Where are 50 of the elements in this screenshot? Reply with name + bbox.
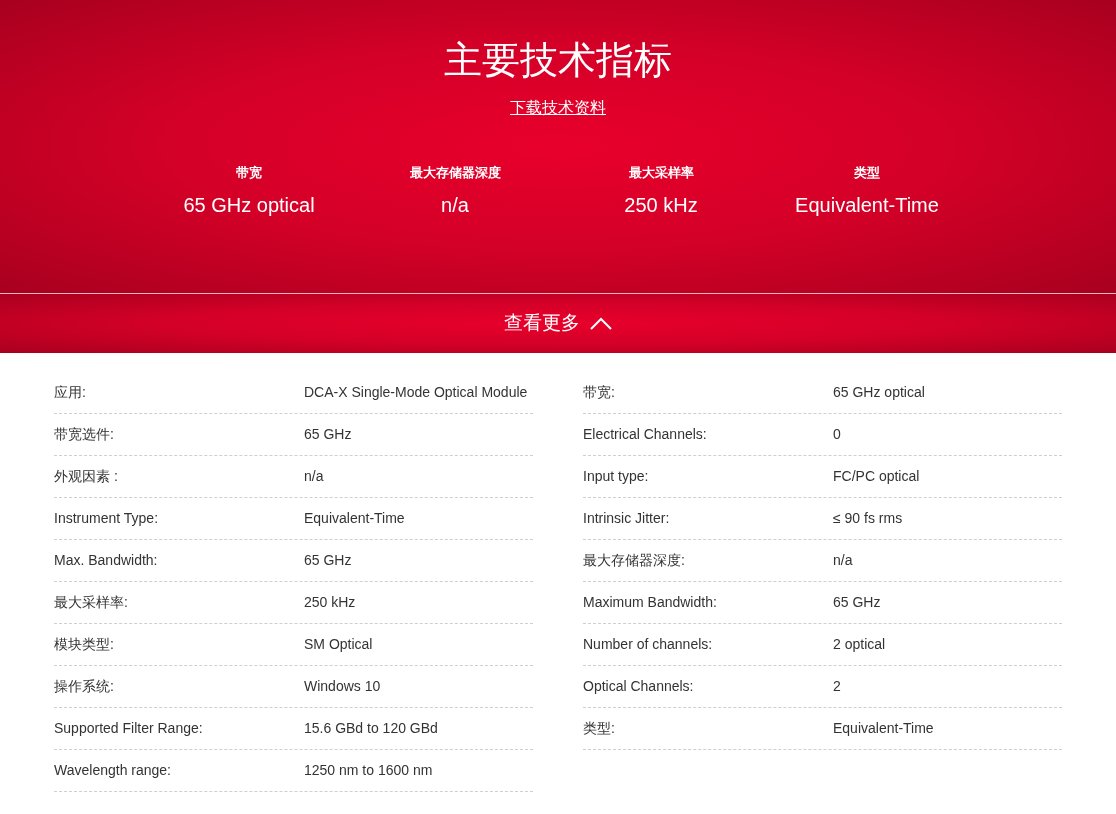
chevron-up-icon xyxy=(590,317,612,330)
spec-label: Electrical Channels: xyxy=(583,425,708,444)
spec-label: 操作系统: xyxy=(54,677,115,696)
spec-value: Equivalent-Time xyxy=(304,509,405,528)
highlight-value: Equivalent-Time xyxy=(795,193,939,218)
spec-value: 2 xyxy=(833,677,841,696)
spec-label: Max. Bandwidth: xyxy=(54,551,159,570)
spec-value: FC/PC optical xyxy=(833,467,920,486)
spec-label: 带宽: xyxy=(583,383,616,402)
spec-label: 最大采样率: xyxy=(54,593,129,612)
show-more-toggle[interactable]: 查看更多 xyxy=(0,294,1116,353)
spec-label: Maximum Bandwidth: xyxy=(583,593,718,612)
spec-label: 模块类型: xyxy=(54,635,115,654)
spec-value: 250 kHz xyxy=(304,593,356,612)
spec-value: n/a xyxy=(304,467,324,486)
spec-value: ≤ 90 fs rms xyxy=(833,509,903,528)
download-link[interactable]: 下载技术资料 xyxy=(510,96,606,120)
spec-label: Number of channels: xyxy=(583,635,714,654)
highlight-value: 65 GHz optical xyxy=(183,193,315,218)
spec-label: Input type: xyxy=(583,467,650,486)
spec-value: 65 GHz xyxy=(304,551,352,570)
highlight-label: 最大存储器深度 xyxy=(409,164,501,182)
spec-value: 65 GHz optical xyxy=(833,383,925,402)
spec-label: Optical Channels: xyxy=(583,677,695,696)
spec-value: SM Optical xyxy=(304,635,373,654)
highlight-label: 类型 xyxy=(854,164,880,182)
spec-value: 0 xyxy=(833,425,841,444)
spec-label: Intrinsic Jitter: xyxy=(583,509,671,528)
spec-value: Equivalent-Time xyxy=(833,719,934,738)
highlight-value: n/a xyxy=(441,193,469,218)
highlight-label: 最大采样率 xyxy=(628,164,694,182)
spec-value: 15.6 GBd to 120 GBd xyxy=(304,719,438,738)
spec-value: DCA-X Single-Mode Optical Module xyxy=(304,383,528,402)
spec-value: n/a xyxy=(833,551,853,570)
spec-value: 2 optical xyxy=(833,635,886,654)
section-title: 主要技术指标 xyxy=(444,38,672,83)
spec-value: Windows 10 xyxy=(304,677,381,696)
spec-label: 带宽选件: xyxy=(54,425,115,444)
spec-value: 1250 nm to 1600 nm xyxy=(304,761,433,780)
spec-label: 外观因素 : xyxy=(54,467,119,486)
highlight-value: 250 kHz xyxy=(624,193,698,218)
spec-label: 最大存储器深度: xyxy=(583,551,686,570)
spec-value: 65 GHz xyxy=(304,425,352,444)
spec-label: 类型: xyxy=(583,719,616,738)
spec-label: Instrument Type: xyxy=(54,509,159,528)
spec-label: Supported Filter Range: xyxy=(54,719,204,738)
spec-value: 65 GHz xyxy=(833,593,881,612)
highlight-label: 带宽 xyxy=(236,164,262,182)
spec-label: 应用: xyxy=(54,383,87,402)
spec-label: Wavelength range: xyxy=(54,761,172,780)
